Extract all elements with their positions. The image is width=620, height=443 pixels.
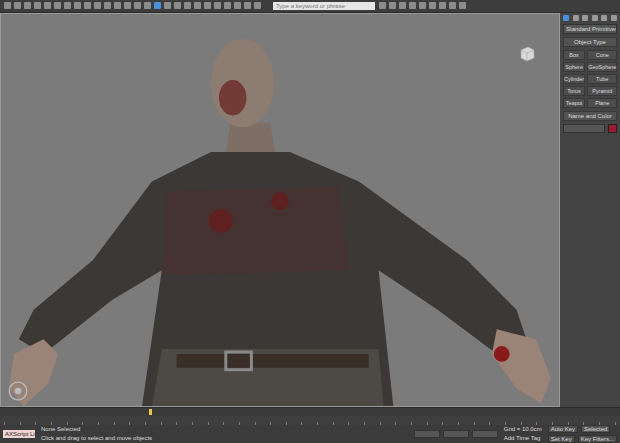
tool-icon[interactable] bbox=[184, 2, 191, 9]
object-type-buttons: BoxConeSphereGeoSphereCylinderTubeTorusP… bbox=[563, 50, 617, 108]
tool-icon[interactable] bbox=[34, 2, 41, 9]
status-bar: AXScript Li. None Selected Click and drag … bbox=[0, 425, 620, 443]
tool-icon[interactable] bbox=[409, 2, 416, 9]
steering-wheel-icon[interactable] bbox=[7, 380, 29, 402]
tool-icon[interactable] bbox=[14, 2, 21, 9]
name-field[interactable] bbox=[563, 124, 605, 133]
tool-icon[interactable] bbox=[389, 2, 396, 9]
perspective-viewport[interactable] bbox=[0, 13, 560, 407]
color-swatch[interactable] bbox=[608, 124, 617, 133]
name-row bbox=[563, 124, 617, 133]
search-field[interactable]: Type a keyword or phrase bbox=[273, 2, 375, 10]
tool-icon[interactable] bbox=[124, 2, 131, 9]
add-time-tag[interactable]: Add Time Tag bbox=[504, 435, 542, 442]
tool-icon[interactable] bbox=[114, 2, 121, 9]
tool-icon[interactable] bbox=[224, 2, 231, 9]
tool-icon[interactable] bbox=[134, 2, 141, 9]
tool-icon[interactable] bbox=[84, 2, 91, 9]
tool-icon[interactable] bbox=[94, 2, 101, 9]
primitive-button[interactable]: Pyramid bbox=[587, 86, 617, 96]
key-mode-field[interactable]: Selected bbox=[581, 425, 610, 433]
tool-icon[interactable] bbox=[164, 2, 171, 9]
rollout-header[interactable]: Name and Color bbox=[563, 111, 617, 121]
panel-tab[interactable] bbox=[573, 15, 579, 21]
coord-field[interactable] bbox=[414, 430, 440, 438]
coordinate-fields bbox=[414, 430, 498, 438]
tool-icon[interactable] bbox=[379, 2, 386, 9]
grid-info: Grid = 10.0cm Add Time Tag bbox=[504, 426, 542, 442]
command-panel: Standard Primitives Object Type BoxConeSph… bbox=[560, 13, 620, 407]
category-dropdown[interactable]: Standard Primitives bbox=[563, 24, 617, 34]
primitive-button[interactable]: Tube bbox=[587, 74, 617, 84]
tool-icon[interactable] bbox=[194, 2, 201, 9]
time-marker[interactable] bbox=[149, 409, 152, 415]
track-bar bbox=[0, 416, 620, 425]
key-controls: Auto KeySelected Set KeyKey Filters... bbox=[548, 425, 617, 443]
tool-icon[interactable] bbox=[399, 2, 406, 9]
tool-icon[interactable] bbox=[144, 2, 151, 9]
tool-icon[interactable] bbox=[449, 2, 456, 9]
main-area: Standard Primitives Object Type BoxConeSph… bbox=[0, 13, 620, 407]
tool-icon[interactable] bbox=[44, 2, 51, 9]
tool-icon[interactable] bbox=[459, 2, 466, 9]
max-window: Type a keyword or phrase Standard Primiti… bbox=[0, 0, 620, 443]
panel-tabs bbox=[563, 15, 617, 21]
tool-icon[interactable] bbox=[429, 2, 436, 9]
selection-status: None Selected bbox=[41, 426, 408, 433]
zombie-model-icon bbox=[1, 14, 559, 406]
toolbar-icons-right bbox=[379, 2, 466, 9]
coord-field[interactable] bbox=[472, 430, 498, 438]
tool-icon[interactable] bbox=[439, 2, 446, 9]
primitive-button[interactable]: Cone bbox=[587, 50, 617, 60]
time-slider[interactable] bbox=[0, 407, 620, 416]
primitive-button[interactable]: Sphere bbox=[563, 62, 585, 72]
tool-icon[interactable] bbox=[4, 2, 11, 9]
status-messages: None Selected Click and drag to select an… bbox=[41, 426, 408, 442]
tool-icon[interactable] bbox=[254, 2, 261, 9]
auto-key-button[interactable]: Auto Key bbox=[548, 425, 578, 433]
prompt-line: Click and drag to select and move object… bbox=[41, 435, 408, 442]
panel-tab[interactable] bbox=[592, 15, 598, 21]
primitive-button[interactable]: GeoSphere bbox=[587, 62, 617, 72]
tool-icon[interactable] bbox=[104, 2, 111, 9]
tool-icon[interactable] bbox=[154, 2, 161, 9]
primitive-button[interactable]: Cylinder bbox=[563, 74, 585, 84]
panel-tab[interactable] bbox=[582, 15, 588, 21]
panel-tab[interactable] bbox=[601, 15, 607, 21]
coord-field[interactable] bbox=[443, 430, 469, 438]
rollout-header[interactable]: Object Type bbox=[563, 37, 617, 47]
panel-tab[interactable] bbox=[611, 15, 617, 21]
tool-icon[interactable] bbox=[419, 2, 426, 9]
tool-icon[interactable] bbox=[64, 2, 71, 9]
viewcube-icon[interactable] bbox=[517, 44, 537, 64]
key-filters-button[interactable]: Key Filters... bbox=[578, 435, 617, 443]
tool-icon[interactable] bbox=[24, 2, 31, 9]
primitive-button[interactable]: Torus bbox=[563, 86, 585, 96]
panel-tab[interactable] bbox=[563, 15, 569, 21]
toolbar-icons bbox=[4, 2, 261, 9]
tool-icon[interactable] bbox=[54, 2, 61, 9]
tool-icon[interactable] bbox=[174, 2, 181, 9]
tool-icon[interactable] bbox=[244, 2, 251, 9]
grid-size: Grid = 10.0cm bbox=[504, 426, 542, 433]
primitive-button[interactable]: Plane bbox=[587, 98, 617, 108]
maxscript-listener[interactable]: AXScript Li. bbox=[3, 430, 35, 438]
primitive-button[interactable]: Box bbox=[563, 50, 585, 60]
tool-icon[interactable] bbox=[74, 2, 81, 9]
main-toolbar: Type a keyword or phrase bbox=[0, 0, 620, 13]
primitive-button[interactable]: Teapot bbox=[563, 98, 585, 108]
tool-icon[interactable] bbox=[214, 2, 221, 9]
tool-icon[interactable] bbox=[234, 2, 241, 9]
tool-icon[interactable] bbox=[204, 2, 211, 9]
set-key-button[interactable]: Set Key bbox=[548, 435, 575, 443]
